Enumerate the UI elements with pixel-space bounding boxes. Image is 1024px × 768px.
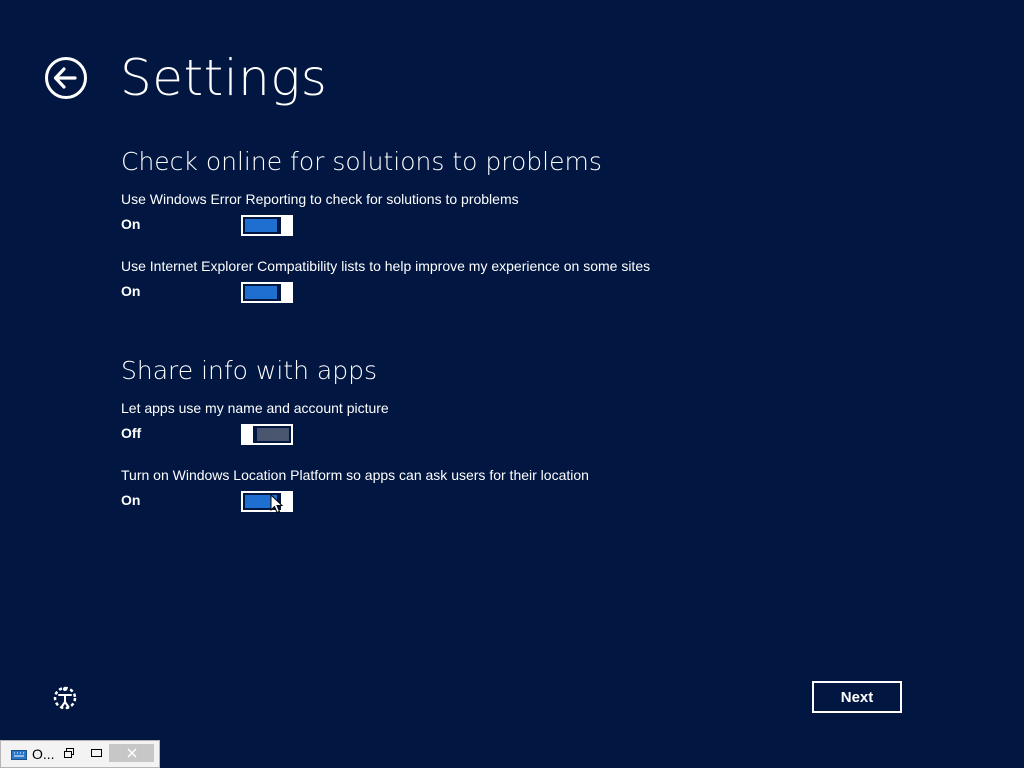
toggle-row-error-reporting: On (121, 214, 301, 236)
close-button[interactable] (109, 744, 154, 762)
setting-desc-account-picture: Let apps use my name and account picture (121, 400, 389, 416)
toggle-thumb (281, 491, 293, 512)
mini-window-title: O... (32, 746, 55, 762)
section-heading-share-info: Share info with apps (121, 356, 377, 385)
error-reporting-toggle[interactable] (241, 215, 293, 236)
toggle-row-location: On (121, 490, 301, 512)
page-title: Settings (120, 49, 328, 107)
toggle-state-label: On (121, 283, 141, 299)
toggle-state-label: Off (121, 425, 142, 441)
minimize-icon (90, 749, 102, 757)
toggle-thumb (241, 424, 253, 445)
toggle-row-account-picture: Off (121, 423, 301, 445)
toggle-row-ie-compat: On (121, 281, 301, 303)
setting-desc-ie-compat: Use Internet Explorer Compatibility list… (121, 258, 651, 274)
keyboard-icon (11, 750, 27, 760)
location-toggle[interactable] (241, 491, 293, 512)
toggle-track (245, 495, 277, 508)
ease-of-access-icon[interactable] (50, 683, 80, 713)
toggle-state-label: On (121, 492, 141, 508)
settings-page: Settings Check online for solutions to p… (0, 0, 1024, 768)
setting-desc-location: Turn on Windows Location Platform so app… (121, 467, 589, 483)
toggle-track (245, 286, 277, 299)
toggle-track (245, 219, 277, 232)
toggle-state-label: On (121, 216, 141, 232)
ie-compat-toggle[interactable] (241, 282, 293, 303)
close-icon (126, 748, 137, 758)
account-picture-toggle[interactable] (241, 424, 293, 445)
minimize-button[interactable] (88, 744, 104, 762)
setting-desc-error-reporting: Use Windows Error Reporting to check for… (121, 191, 519, 207)
back-arrow-icon[interactable] (44, 56, 88, 100)
restore-button[interactable] (61, 744, 77, 762)
toggle-thumb (281, 215, 293, 236)
restore-icon (64, 748, 74, 758)
next-button[interactable]: Next (812, 681, 902, 713)
section-heading-solutions: Check online for solutions to problems (121, 147, 602, 176)
toggle-track (257, 428, 289, 441)
toggle-thumb (281, 282, 293, 303)
minimized-window[interactable]: O... (0, 740, 160, 768)
